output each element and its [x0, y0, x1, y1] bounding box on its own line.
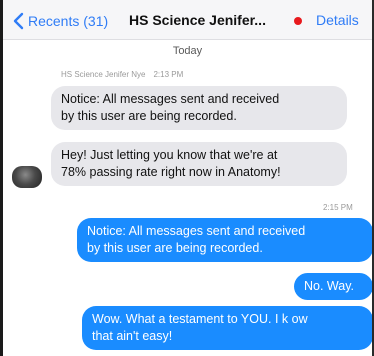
outgoing-time: 2:15 PM [323, 203, 353, 212]
outgoing-message[interactable]: No. Way. [294, 273, 372, 300]
message-line: No. Way. [304, 279, 355, 293]
message-line: Notice: All messages sent and received [87, 224, 306, 238]
message-line: that ain't easy! [92, 329, 173, 343]
chevron-left-icon [13, 12, 24, 30]
contact-avatar[interactable] [12, 166, 42, 188]
message-line: Notice: All messages sent and received [61, 92, 280, 106]
outgoing-message[interactable]: Wow. What a testament to YOU. I k ow tha… [82, 306, 372, 350]
back-label: Recents (31) [28, 13, 109, 29]
message-line: Hey! Just letting you know that we're at [61, 148, 278, 162]
message-line: 78% passing rate right now in Anatomy! [61, 165, 281, 179]
nav-bar: Recents (31) HS Science Jenifer... Detai… [3, 0, 372, 40]
incoming-message[interactable]: Notice: All messages sent and received b… [51, 86, 347, 130]
date-header: Today [172, 45, 203, 57]
message-line: by this user are being recorded. [61, 109, 237, 123]
message-line: by this user are being recorded. [87, 241, 263, 255]
sender-meta: HS Science Jenifer Nye 2:13 PM [61, 70, 183, 79]
recording-indicator-icon [294, 17, 302, 25]
conversation-title[interactable]: HS Science Jenifer... [129, 12, 266, 28]
sender-name: HS Science Jenifer Nye [61, 70, 146, 79]
message-line: Wow. What a testament to YOU. I k ow [92, 312, 308, 326]
messages-screen: Recents (31) HS Science Jenifer... Detai… [0, 0, 374, 356]
back-button[interactable]: Recents (31) [13, 10, 108, 32]
outgoing-message[interactable]: Notice: All messages sent and received b… [77, 218, 372, 262]
sender-time: 2:13 PM [153, 70, 184, 79]
incoming-message[interactable]: Hey! Just letting you know that we're at… [51, 142, 347, 186]
details-button[interactable]: Details [316, 12, 359, 28]
